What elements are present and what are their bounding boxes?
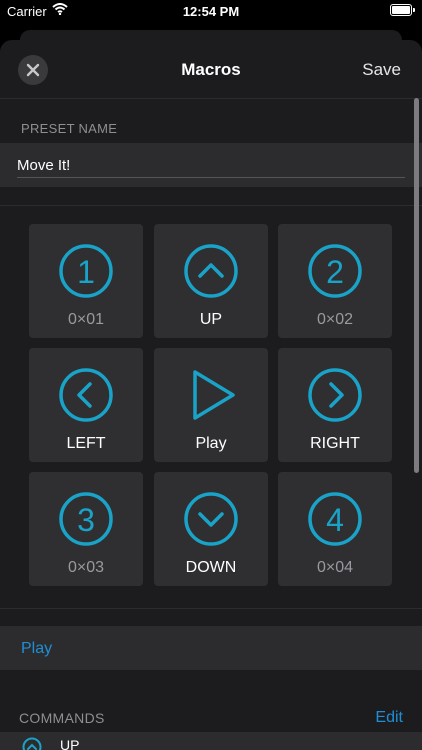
number-4-icon: 4 [308,492,362,546]
chevron-right-icon [308,368,362,422]
number-2-icon: 2 [308,244,362,298]
save-button[interactable]: Save [362,60,401,80]
pad-preset-1[interactable]: 1 0×01 [29,224,143,338]
pad-up[interactable]: UP [154,224,268,338]
pad-label: LEFT [66,435,106,452]
pad-preset-4[interactable]: 4 0×04 [278,472,392,586]
svg-text:1: 1 [77,254,95,290]
pad-left[interactable]: LEFT [29,348,143,462]
navigation-bar: Macros Save [0,40,422,99]
status-bar: Carrier 12:54 PM [0,0,422,22]
pad-down[interactable]: DOWN [154,472,268,586]
page-title: Macros [181,60,241,79]
list-item[interactable]: UP [0,732,422,750]
pad-label: 0×03 [67,559,105,576]
pad-play[interactable]: Play [154,348,268,462]
battery-icon [390,4,415,16]
pad-label: UP [199,311,223,328]
scrollbar[interactable] [414,98,419,473]
pad-right[interactable]: RIGHT [278,348,392,462]
commands-section-label: COMMANDS [19,710,105,726]
pad-preset-2[interactable]: 2 0×02 [278,224,392,338]
svg-text:2: 2 [326,254,344,290]
edit-button[interactable]: Edit [375,709,403,727]
svg-text:4: 4 [326,502,344,538]
clock: 12:54 PM [182,4,240,19]
number-1-icon: 1 [59,244,113,298]
svg-text:3: 3 [77,502,95,538]
play-button[interactable]: Play [21,640,52,658]
chevron-up-icon [184,244,238,298]
pad-label: 0×04 [316,559,354,576]
pad-label: Play [195,435,227,452]
chevron-down-icon [184,492,238,546]
pad-label: 0×02 [316,311,354,328]
play-row[interactable]: Play [0,626,422,670]
preset-name-row: Move It! [0,143,422,187]
divider [0,608,422,609]
play-icon [193,370,235,420]
pad-label: RIGHT [310,435,360,452]
command-label: UP [60,737,80,750]
preset-name-label: PRESET NAME [21,121,118,136]
preset-name-field[interactable]: Move It! [17,157,70,174]
macro-pad-grid: 1 0×01 UP 2 0×02 LEFT Play RIGHT 3 0×03 … [0,206,422,608]
pad-label: 0×01 [67,311,105,328]
chevron-left-icon [59,368,113,422]
chevron-up-icon [22,737,42,750]
pad-preset-3[interactable]: 3 0×03 [29,472,143,586]
field-underline [17,177,405,178]
macros-sheet: Macros Save PRESET NAME Move It! 1 0×01 … [0,40,422,750]
number-3-icon: 3 [59,492,113,546]
pad-label: DOWN [185,559,237,576]
